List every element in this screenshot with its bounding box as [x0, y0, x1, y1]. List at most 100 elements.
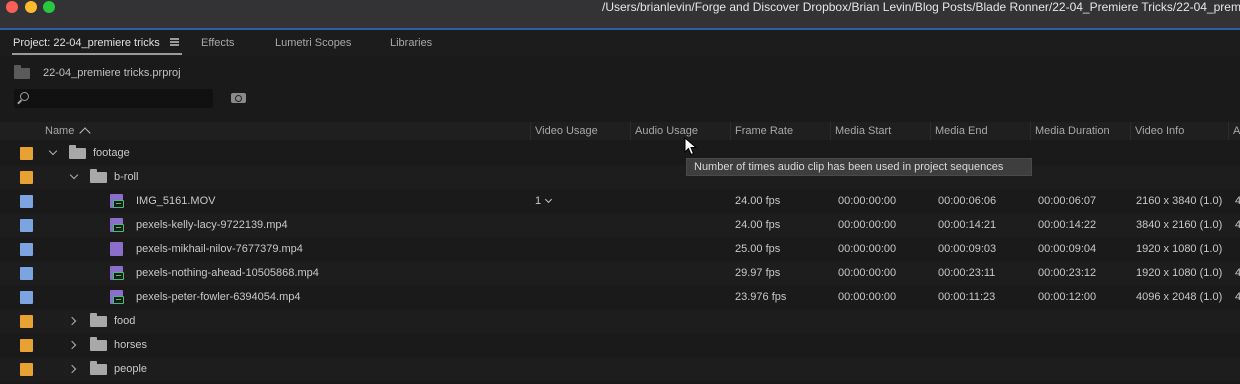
column-media-end[interactable]: Media End — [935, 125, 988, 137]
label-color-swatch[interactable] — [20, 267, 33, 280]
overflow-value: 4 — [1235, 267, 1240, 279]
column-header-row: Name Video Usage Audio Usage Frame Rate … — [0, 122, 1240, 140]
chevron-right-icon[interactable] — [67, 316, 77, 326]
label-color-swatch[interactable] — [20, 315, 33, 328]
frame-rate-value: 24.00 fps — [735, 195, 781, 207]
premiere-project-panel: /Users/brianlevin/Forge and Discover Dro… — [0, 0, 1240, 384]
tab-lumetri-scopes[interactable]: Lumetri Scopes — [275, 37, 351, 49]
video-clip-icon — [110, 266, 124, 280]
video-info-value: 3840 x 2160 (1.0) — [1136, 219, 1223, 231]
frame-rate-value: 24.00 fps — [735, 219, 781, 231]
label-color-swatch[interactable] — [20, 219, 33, 232]
new-search-bin-icon[interactable] — [231, 93, 246, 103]
chevron-down-icon[interactable] — [69, 170, 79, 180]
column-audio-usage[interactable]: Audio Usage — [635, 125, 698, 137]
media-duration-value: 00:00:09:04 — [1038, 243, 1097, 255]
bin-name[interactable]: footage — [93, 147, 130, 159]
column-divider[interactable] — [830, 122, 831, 140]
media-duration-value: 00:00:23:12 — [1038, 267, 1097, 279]
label-color-swatch[interactable] — [20, 339, 33, 352]
bin-name[interactable]: b-roll — [114, 171, 138, 183]
panel-tab-bar: Project: 22-04_premiere tricks Effects L… — [0, 30, 1240, 56]
overflow-value: 4 — [1235, 291, 1240, 303]
column-frame-rate[interactable]: Frame Rate — [735, 125, 793, 137]
table-row-clip[interactable]: IMG_5161.MOV 1 24.00 fps 00:00:00:00 00:… — [0, 189, 1240, 213]
search-input[interactable] — [14, 89, 213, 108]
media-end-value: 00:00:14:21 — [938, 219, 997, 231]
media-end-value: 00:00:23:11 — [938, 267, 996, 279]
media-start-value: 00:00:00:00 — [838, 267, 897, 279]
media-start-value: 00:00:00:00 — [838, 243, 897, 255]
table-row-bin-footage[interactable]: footage — [0, 141, 1240, 165]
table-row-clip[interactable]: pexels-kelly-lacy-9722139.mp4 24.00 fps … — [0, 213, 1240, 237]
search-icon — [20, 92, 29, 101]
video-usage-value[interactable]: 1 — [535, 195, 541, 207]
tab-libraries[interactable]: Libraries — [390, 37, 432, 49]
table-row-bin-people[interactable]: people — [0, 357, 1240, 381]
column-divider[interactable] — [930, 122, 931, 140]
panel-menu-icon[interactable] — [170, 38, 179, 46]
bin-name[interactable]: people — [114, 363, 147, 375]
table-row-clip[interactable]: pexels-mikhail-nilov-7677379.mp4 25.00 f… — [0, 237, 1240, 261]
column-overflow[interactable]: A — [1233, 125, 1240, 137]
tab-project[interactable]: Project: 22-04_premiere tricks — [13, 37, 160, 49]
column-media-start[interactable]: Media Start — [835, 125, 891, 137]
chevron-down-icon[interactable] — [48, 146, 58, 156]
clip-name[interactable]: pexels-mikhail-nilov-7677379.mp4 — [136, 243, 303, 255]
column-divider[interactable] — [1228, 122, 1229, 140]
label-color-swatch[interactable] — [20, 195, 33, 208]
mouse-pointer-icon — [684, 137, 698, 156]
active-tab-underline — [12, 53, 182, 55]
clip-name[interactable]: IMG_5161.MOV — [136, 195, 215, 207]
media-end-value: 00:00:06:06 — [938, 195, 997, 207]
clip-name[interactable]: pexels-nothing-ahead-10505868.mp4 — [136, 267, 319, 279]
table-row-clip[interactable]: pexels-nothing-ahead-10505868.mp4 29.97 … — [0, 261, 1240, 285]
column-divider[interactable] — [630, 122, 631, 140]
clip-name[interactable]: pexels-peter-fowler-6394054.mp4 — [136, 291, 300, 303]
project-folder-icon — [14, 65, 30, 79]
label-color-swatch[interactable] — [20, 243, 33, 256]
label-color-swatch[interactable] — [20, 171, 33, 184]
bin-name[interactable]: horses — [114, 339, 147, 351]
close-window-button[interactable] — [6, 1, 18, 13]
chevron-right-icon[interactable] — [67, 340, 77, 350]
frame-rate-value: 23.976 fps — [735, 291, 787, 303]
column-video-info[interactable]: Video Info — [1135, 125, 1184, 137]
media-start-value: 00:00:00:00 — [838, 291, 897, 303]
folder-icon — [90, 337, 107, 351]
column-media-duration[interactable]: Media Duration — [1035, 125, 1110, 137]
column-name[interactable]: Name — [45, 125, 74, 137]
frame-rate-value: 25.00 fps — [735, 243, 781, 255]
frame-rate-value: 29.97 fps — [735, 267, 781, 279]
column-video-usage[interactable]: Video Usage — [535, 125, 598, 137]
zoom-window-button[interactable] — [43, 1, 55, 13]
video-info-value: 1920 x 1080 (1.0) — [1136, 243, 1223, 255]
label-color-swatch[interactable] — [20, 147, 33, 160]
table-row-bin-food[interactable]: food — [0, 309, 1240, 333]
folder-icon — [90, 313, 107, 327]
label-color-swatch[interactable] — [20, 363, 33, 376]
clip-name[interactable]: pexels-kelly-lacy-9722139.mp4 — [136, 219, 288, 231]
chevron-up-icon[interactable] — [79, 127, 91, 139]
tab-effects[interactable]: Effects — [201, 37, 234, 49]
chevron-right-icon[interactable] — [67, 364, 77, 374]
table-row-bin-b-roll[interactable]: b-roll — [0, 165, 1240, 189]
chevron-down-icon[interactable] — [544, 195, 553, 204]
minimize-window-button[interactable] — [25, 1, 37, 13]
column-divider[interactable] — [730, 122, 731, 140]
table-row-clip[interactable]: pexels-peter-fowler-6394054.mp4 23.976 f… — [0, 285, 1240, 309]
label-color-swatch[interactable] — [20, 291, 33, 304]
title-bar: /Users/brianlevin/Forge and Discover Dro… — [0, 0, 1240, 30]
column-divider[interactable] — [1130, 122, 1131, 140]
overflow-value: 4 — [1235, 219, 1240, 231]
video-info-value: 1920 x 1080 (1.0) — [1136, 267, 1223, 279]
column-divider[interactable] — [530, 122, 531, 140]
window-title-path: /Users/brianlevin/Forge and Discover Dro… — [602, 0, 1240, 14]
media-duration-value: 00:00:12:00 — [1038, 291, 1097, 303]
video-clip-icon — [110, 242, 123, 256]
bin-name[interactable]: food — [114, 315, 135, 327]
table-row-bin-horses[interactable]: horses — [0, 333, 1240, 357]
audio-usage-tooltip: Number of times audio clip has been used… — [686, 158, 1032, 176]
column-divider[interactable] — [1030, 122, 1031, 140]
video-info-value: 2160 x 3840 (1.0) — [1136, 195, 1223, 207]
